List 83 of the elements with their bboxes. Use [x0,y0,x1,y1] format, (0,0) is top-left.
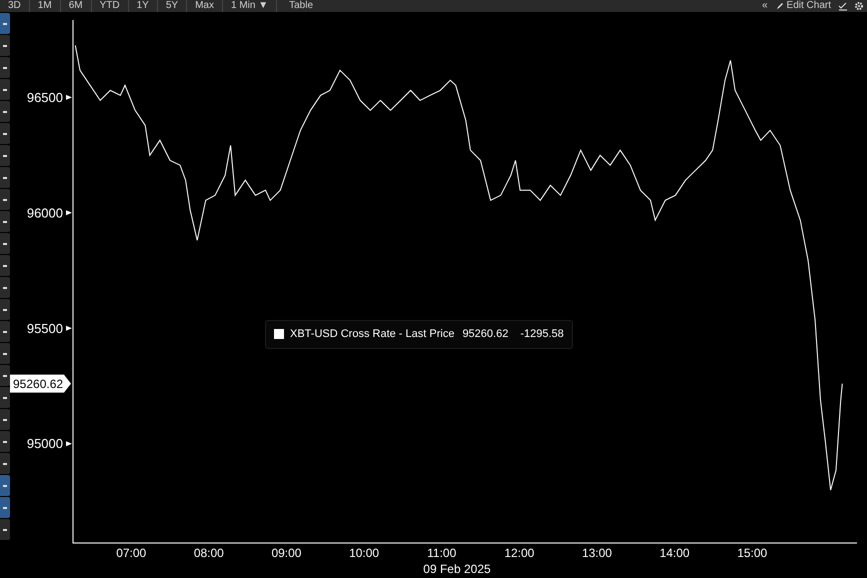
tool-icon [2,306,8,312]
tool-icon [2,350,8,356]
tool-icon [2,196,8,202]
tool-button[interactable] [0,57,10,78]
tool-icon [2,174,8,180]
tool-button[interactable] [0,145,10,166]
tool-icon [2,482,8,488]
interval-dropdown[interactable]: 1 Min ▼ [222,0,278,12]
tool-icon [2,130,8,136]
tool-button[interactable] [0,277,10,298]
x-axis-label: 15:00 [737,546,768,560]
tool-icon [2,64,8,70]
tool-button[interactable] [0,211,10,232]
tool-button[interactable] [0,35,10,56]
tool-button[interactable] [0,79,10,100]
tick-marker-icon [66,94,72,100]
x-axis-label: 08:00 [194,546,224,560]
tool-button[interactable] [0,453,10,474]
tick-marker-icon [66,326,72,331]
tool-icon [2,20,8,26]
x-axis-label: 10:00 [349,546,380,560]
x-axis-label: 11:00 [427,546,456,560]
tool-icon [2,504,8,510]
tool-icon [2,438,8,444]
y-axis-label: 95500 [26,320,63,336]
tool-button[interactable] [0,343,10,364]
tool-button[interactable] [0,13,10,34]
range-tab[interactable]: 5Y [158,0,188,12]
x-axis-title: 09 Feb 2025 [423,562,491,576]
table-button[interactable]: Table [277,0,326,12]
tool-button[interactable] [0,255,10,276]
tool-icon [2,372,8,378]
range-tab[interactable]: 3D [0,0,30,12]
range-tab[interactable]: 1M [30,0,61,12]
tool-icon [2,284,8,290]
tool-icon [2,394,8,400]
range-tab[interactable]: YTD [92,0,129,12]
edit-chart-button[interactable]: Edit Chart [772,0,835,12]
tool-button[interactable] [0,123,10,144]
tool-button[interactable] [0,475,10,496]
legend-last-price: 95260.62 [462,327,508,342]
tool-icon [2,86,8,92]
legend-series-name: XBT-USD Cross Rate - Last Price [290,327,454,342]
y-axis-label: 95000 [26,436,63,452]
series-swatch-icon [274,329,284,340]
tick-marker-icon [66,441,72,446]
collapse-button[interactable]: « [758,0,772,12]
range-tab[interactable]: 6M [60,0,92,12]
x-axis-label: 12:00 [504,546,534,560]
tool-icon [2,328,8,334]
tool-icon [2,240,8,246]
tick-marker-icon [66,210,72,216]
tool-button[interactable] [0,189,10,210]
tool-button[interactable] [0,409,10,430]
tool-icon [2,526,8,532]
tool-button[interactable] [0,101,10,122]
tool-button[interactable] [0,497,10,518]
range-tab[interactable]: Max [187,0,223,12]
tool-icon [2,262,8,268]
tool-button[interactable] [0,365,10,386]
tool-button[interactable] [0,167,10,188]
tool-button[interactable] [0,387,10,408]
tool-icon [2,108,8,114]
tool-button[interactable] [0,299,10,320]
legend-change: -1295.58 [520,327,564,342]
x-axis-label: 14:00 [660,546,690,560]
tool-icon [2,460,8,466]
y-axis-label: 96000 [26,205,63,220]
y-axis-label: 96500 [26,90,63,105]
range-tab[interactable]: 1Y [128,0,158,12]
tool-button[interactable] [0,233,10,254]
tool-button[interactable] [0,519,10,540]
pencil-icon [776,2,784,10]
tool-button[interactable] [0,431,10,452]
x-axis-label: 09:00 [271,546,302,560]
tool-icon [2,218,8,224]
tool-icon [2,42,8,48]
x-axis-label: 13:00 [582,546,612,560]
x-axis-label: 07:00 [116,546,146,560]
tool-icon [2,416,8,422]
price-tag: 95260.62 [10,374,71,393]
tool-icon [2,152,8,158]
tool-button[interactable] [0,321,10,342]
